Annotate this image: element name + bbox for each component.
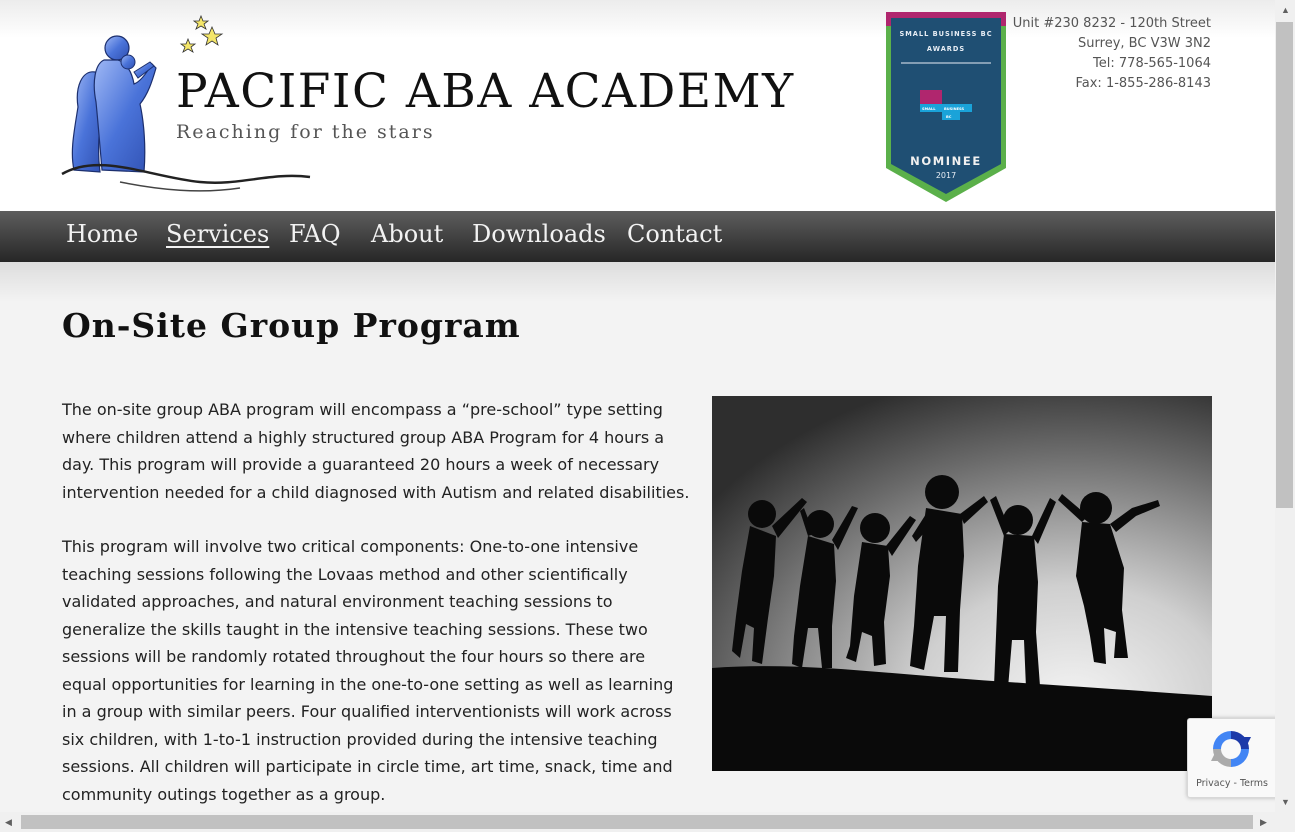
sbbc-logo-text2: BUSINESS bbox=[944, 107, 964, 111]
nav-item-about[interactable]: About bbox=[371, 220, 443, 248]
recaptcha-privacy-terms[interactable]: Privacy - Terms bbox=[1188, 778, 1276, 789]
contact-address-line1: Unit #230 8232 - 120th Street bbox=[1012, 16, 1211, 31]
recaptcha-badge[interactable]: Privacy - Terms bbox=[1187, 718, 1288, 798]
page-title: On-Site Group Program bbox=[62, 306, 521, 345]
vertical-scrollbar[interactable]: ▲ ▼ bbox=[1275, 0, 1295, 812]
nav-item-downloads[interactable]: Downloads bbox=[472, 220, 606, 248]
award-line2: AWARDS bbox=[927, 45, 965, 53]
sbbc-logo-text1: SMALL bbox=[922, 107, 936, 111]
scrollbar-corner bbox=[1275, 812, 1295, 832]
scroll-down-icon[interactable]: ▼ bbox=[1281, 797, 1290, 807]
award-year: 2017 bbox=[936, 171, 956, 180]
children-silhouette-photo bbox=[712, 396, 1212, 771]
site-title[interactable]: PACIFIC ABA ACADEMY bbox=[176, 64, 795, 119]
site-tagline: Reaching for the stars bbox=[176, 121, 435, 143]
site-header: PACIFIC ABA ACADEMY Reaching for the sta… bbox=[0, 0, 1275, 211]
contact-address-line2: Surrey, BC V3W 3N2 bbox=[1078, 36, 1211, 51]
contact-info: Unit #230 8232 - 120th Street Surrey, BC… bbox=[1013, 14, 1211, 94]
nav-shadow bbox=[0, 262, 1275, 302]
scroll-left-icon[interactable]: ◀ bbox=[5, 817, 12, 827]
star-icon bbox=[192, 14, 210, 30]
vertical-scroll-thumb[interactable] bbox=[1276, 22, 1293, 508]
horizontal-scrollbar[interactable]: ◀ ▶ bbox=[0, 812, 1275, 832]
content-paragraph: This program will involve two critical c… bbox=[62, 537, 674, 804]
content-paragraph: The on-site group ABA program will encom… bbox=[62, 400, 690, 502]
award-line1: SMALL BUSINESS BC bbox=[899, 30, 992, 38]
sbbc-logo-text3: BC bbox=[946, 115, 952, 119]
scroll-right-icon[interactable]: ▶ bbox=[1260, 817, 1267, 827]
star-icon bbox=[200, 25, 224, 46]
recaptcha-icon bbox=[1211, 731, 1251, 767]
horizontal-scroll-thumb[interactable] bbox=[21, 815, 1253, 829]
nav-item-services[interactable]: Services bbox=[166, 220, 269, 248]
star-icon bbox=[179, 37, 197, 53]
main-navigation: Home Services FAQ About Downloads Contac… bbox=[0, 211, 1275, 262]
page-viewport: PACIFIC ABA ACADEMY Reaching for the sta… bbox=[0, 0, 1275, 812]
nav-item-contact[interactable]: Contact bbox=[627, 220, 722, 248]
nav-item-faq[interactable]: FAQ bbox=[289, 220, 341, 248]
contact-telephone[interactable]: Tel: 778-565-1064 bbox=[1013, 54, 1211, 74]
small-business-bc-award-badge: SMALL BUSINESS BC AWARDS SMALL BUSINESS … bbox=[886, 12, 1006, 202]
contact-fax: Fax: 1-855-286-8143 bbox=[1075, 76, 1211, 91]
nav-item-home[interactable]: Home bbox=[66, 220, 138, 248]
scroll-up-icon[interactable]: ▲ bbox=[1281, 5, 1290, 15]
award-status: NOMINEE bbox=[910, 154, 982, 168]
